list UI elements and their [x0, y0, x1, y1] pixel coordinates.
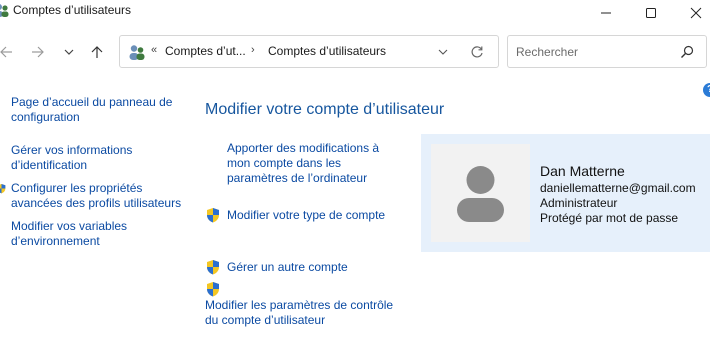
users-icon: [129, 45, 145, 60]
search-icon[interactable]: [680, 45, 694, 59]
sidebar-item-manage-credentials[interactable]: Gérer vos informations d’identification: [11, 143, 191, 173]
back-button[interactable]: [0, 40, 18, 64]
breadcrumb-comptes-parent[interactable]: Comptes d’ut...: [165, 44, 246, 58]
up-button[interactable]: [85, 40, 109, 64]
title-bar: Comptes d’utilisateurs: [0, 0, 710, 26]
sidebar-item-control-panel-home[interactable]: Page d’accueil du panneau de configurati…: [11, 95, 191, 125]
uac-shield-icon: [0, 184, 6, 194]
uac-shield-icon: [207, 282, 219, 297]
sidebar-item-environment-variables[interactable]: Modifier vos variables d’environnement: [11, 219, 191, 249]
search-input[interactable]: [509, 37, 669, 66]
account-protection-status: Protégé par mot de passe: [540, 211, 679, 225]
refresh-icon[interactable]: [469, 44, 485, 60]
task-uac-settings-link[interactable]: Modifier les paramètres de contrôle du c…: [205, 298, 405, 328]
forward-arrow-icon: [32, 46, 44, 58]
account-card: Dan Matterne daniellematterne@gmail.com …: [421, 134, 710, 252]
user-silhouette-icon: [457, 166, 504, 222]
uac-shield-icon: [207, 208, 219, 223]
minimize-button[interactable]: [583, 0, 629, 26]
breadcrumb-overflow-chevron[interactable]: «: [151, 44, 157, 56]
account-role: Administrateur: [540, 196, 618, 210]
address-bar[interactable]: « Comptes d’ut... › Comptes d’utilisateu…: [119, 35, 499, 68]
back-arrow-icon: [0, 46, 12, 58]
help-button[interactable]: ?: [703, 83, 710, 97]
recent-locations-button[interactable]: [57, 40, 81, 64]
chevron-down-icon: [64, 49, 74, 55]
uac-shield-icon: [207, 260, 219, 275]
maximize-icon: [646, 8, 656, 18]
window-title: Comptes d’utilisateurs: [13, 3, 132, 17]
account-name: Dan Matterne: [540, 163, 625, 179]
search-box[interactable]: [507, 35, 707, 68]
page-title: Modifier votre compte d’utilisateur: [205, 101, 445, 118]
avatar: [431, 144, 530, 242]
users-icon: [0, 4, 9, 17]
task-manage-another-account-link[interactable]: Gérer un autre compte: [227, 260, 348, 275]
breadcrumb-comptes-current[interactable]: Comptes d’utilisateurs: [268, 44, 386, 58]
account-email: daniellematterne@gmail.com: [540, 181, 696, 195]
maximize-button[interactable]: [628, 0, 674, 26]
task-change-account-type-link[interactable]: Modifier votre type de compte: [227, 208, 385, 223]
task-pc-settings-link[interactable]: Apporter des modifications à mon compte …: [227, 141, 397, 186]
close-button[interactable]: [673, 0, 710, 26]
chevron-down-icon[interactable]: [436, 45, 450, 59]
close-icon: [690, 7, 702, 19]
forward-button[interactable]: [26, 40, 50, 64]
breadcrumb-separator[interactable]: ›: [251, 44, 255, 56]
up-arrow-icon: [91, 46, 103, 58]
sidebar-item-advanced-profile-properties[interactable]: Configurer les propriétés avancées des p…: [11, 181, 191, 211]
minimize-icon: [601, 12, 611, 14]
